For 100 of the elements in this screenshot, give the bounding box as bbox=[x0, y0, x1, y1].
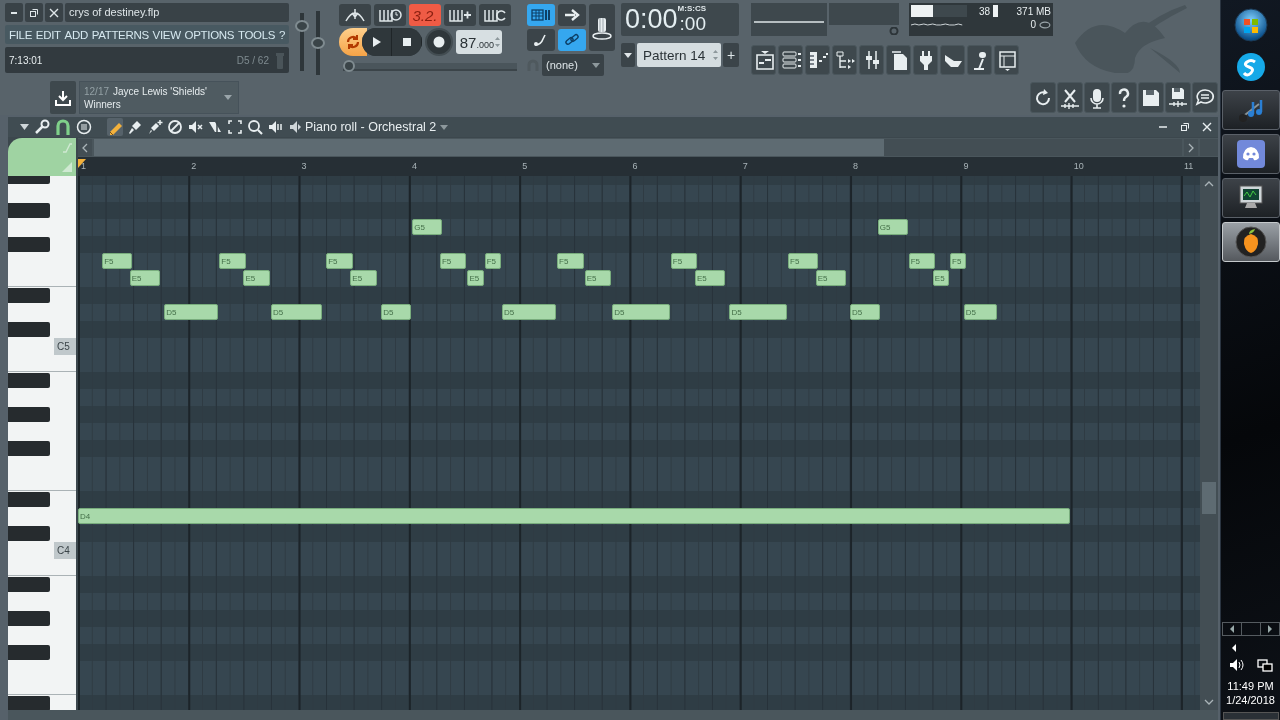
tool-button[interactable] bbox=[107, 118, 123, 136]
note[interactable]: E5 bbox=[129, 270, 160, 286]
taskbar-scroller[interactable] bbox=[1221, 622, 1280, 636]
export-button[interactable] bbox=[1165, 82, 1191, 113]
note[interactable]: D5 bbox=[271, 304, 322, 320]
audio-editor-button[interactable] bbox=[1057, 82, 1083, 113]
taskbar-app-button[interactable] bbox=[1221, 134, 1280, 174]
save-button[interactable] bbox=[1138, 82, 1164, 113]
note-grid[interactable]: F5 E5 D5 F5 E5 D5 F5 E5 D5 G5 F5 E5 F5 D5 F5 E5 D5 F5 E5 D5 F5 E5 D5 G5 F5 E5 F5 D5 D4 bbox=[78, 176, 1200, 710]
note[interactable]: D5 bbox=[963, 304, 998, 320]
menu-button[interactable] bbox=[76, 118, 92, 136]
record-audio-button[interactable] bbox=[1084, 82, 1110, 113]
mixer-button[interactable] bbox=[859, 45, 884, 75]
undo-button[interactable] bbox=[1030, 82, 1056, 113]
note[interactable]: F5 bbox=[439, 253, 467, 269]
menu-item[interactable]: TOOLS bbox=[237, 28, 276, 41]
menu-item[interactable]: OPTIONS bbox=[184, 28, 235, 41]
note[interactable]: E5 bbox=[467, 270, 484, 286]
network-button[interactable] bbox=[1255, 658, 1274, 674]
scrollbar-thumb[interactable] bbox=[1202, 482, 1216, 514]
restore-button[interactable] bbox=[25, 3, 43, 22]
note[interactable]: F5 bbox=[670, 253, 698, 269]
note[interactable]: E5 bbox=[695, 270, 725, 286]
snap-dropdown[interactable]: (none) bbox=[542, 54, 604, 76]
minimize-button[interactable] bbox=[5, 3, 23, 22]
window-button[interactable] bbox=[994, 45, 1019, 75]
scrollbar-thumb[interactable] bbox=[94, 139, 884, 156]
record-button[interactable] bbox=[425, 28, 453, 56]
menu-item[interactable]: VIEW bbox=[152, 28, 181, 41]
help-button[interactable] bbox=[1111, 82, 1137, 113]
slider-thumb[interactable] bbox=[311, 37, 325, 49]
slide-button[interactable] bbox=[527, 29, 555, 51]
snap-toggle[interactable] bbox=[55, 118, 71, 136]
note[interactable]: D4 bbox=[78, 508, 1070, 524]
tool-button[interactable] bbox=[227, 118, 243, 136]
add-pattern-button[interactable]: + bbox=[723, 43, 739, 67]
news-panel[interactable]: 12/17 Jayce Lewis 'Shields' Winners bbox=[79, 81, 239, 114]
menu-item[interactable]: EDIT bbox=[35, 28, 61, 41]
menu-item[interactable]: FILE bbox=[9, 28, 33, 41]
close-button[interactable] bbox=[1200, 120, 1214, 134]
pattern-menu-button[interactable] bbox=[621, 43, 635, 67]
note[interactable]: F5 bbox=[326, 253, 353, 269]
note[interactable]: F5 bbox=[484, 253, 501, 269]
chat-button[interactable] bbox=[1192, 82, 1218, 113]
link-button[interactable] bbox=[558, 29, 586, 51]
note[interactable]: D5 bbox=[729, 304, 788, 320]
arrow-button[interactable] bbox=[558, 4, 586, 26]
tool-button[interactable] bbox=[147, 118, 163, 136]
wait-button[interactable] bbox=[374, 4, 406, 26]
note[interactable]: G5 bbox=[877, 219, 908, 235]
knob-button[interactable] bbox=[589, 4, 615, 51]
pattern-selector[interactable]: Pattern 14 bbox=[637, 43, 721, 67]
note[interactable]: D5 bbox=[381, 304, 412, 320]
note[interactable]: E5 bbox=[932, 270, 950, 286]
piano-roll-title[interactable]: Piano roll - Orchestral 2 bbox=[305, 120, 449, 134]
overdub-button[interactable] bbox=[444, 4, 476, 26]
restore-button[interactable] bbox=[1178, 120, 1192, 134]
tool-button[interactable] bbox=[167, 118, 183, 136]
note[interactable]: D5 bbox=[501, 304, 557, 320]
note[interactable]: F5 bbox=[908, 253, 936, 269]
slider-thumb[interactable] bbox=[343, 60, 355, 72]
files-button[interactable] bbox=[886, 45, 911, 75]
taskbar-app-button[interactable] bbox=[1221, 178, 1280, 218]
note[interactable]: E5 bbox=[815, 270, 846, 286]
note[interactable]: F5 bbox=[788, 253, 819, 269]
scroll-right-button[interactable] bbox=[1184, 139, 1198, 156]
note[interactable]: G5 bbox=[412, 219, 443, 235]
note[interactable]: E5 bbox=[584, 270, 612, 286]
plugin-button[interactable] bbox=[913, 45, 938, 75]
download-button[interactable] bbox=[50, 81, 76, 114]
tool-button[interactable] bbox=[127, 118, 143, 136]
scroll-handle[interactable] bbox=[1200, 139, 1218, 156]
tempo-field[interactable]: 87.000 bbox=[456, 30, 502, 54]
close-button[interactable] bbox=[45, 3, 63, 22]
piano-roll-button[interactable] bbox=[805, 45, 830, 75]
menu-item[interactable]: PATTERNS bbox=[91, 28, 149, 41]
metronome-button[interactable] bbox=[339, 4, 371, 26]
menu-item[interactable]: ? bbox=[278, 28, 285, 41]
scroll-handle[interactable] bbox=[1240, 623, 1261, 635]
pattern-song-toggle[interactable] bbox=[339, 28, 367, 56]
channel-rack-button[interactable] bbox=[778, 45, 803, 75]
countdown-button[interactable]: 3.2. bbox=[409, 4, 441, 26]
note[interactable]: F5 bbox=[950, 253, 967, 269]
tool-button[interactable] bbox=[247, 118, 263, 136]
playlist-button[interactable] bbox=[751, 45, 776, 75]
note[interactable]: E5 bbox=[350, 270, 377, 286]
scroll-left-button[interactable] bbox=[78, 139, 92, 156]
browser-button[interactable] bbox=[832, 45, 857, 75]
note[interactable]: D5 bbox=[850, 304, 881, 320]
song-position-slider[interactable] bbox=[343, 60, 517, 72]
taskbar-clock[interactable]: 11:49 PM 1/24/2018 bbox=[1226, 678, 1275, 708]
note[interactable]: F5 bbox=[219, 253, 246, 269]
play-button[interactable] bbox=[362, 28, 392, 56]
note[interactable]: F5 bbox=[102, 253, 133, 269]
note[interactable]: D5 bbox=[612, 304, 670, 320]
slider-thumb[interactable] bbox=[295, 19, 309, 32]
step-edit-button[interactable] bbox=[527, 4, 555, 26]
touch-button[interactable] bbox=[940, 45, 965, 75]
menu-item[interactable]: ADD bbox=[64, 28, 88, 41]
note[interactable]: E5 bbox=[243, 270, 270, 286]
